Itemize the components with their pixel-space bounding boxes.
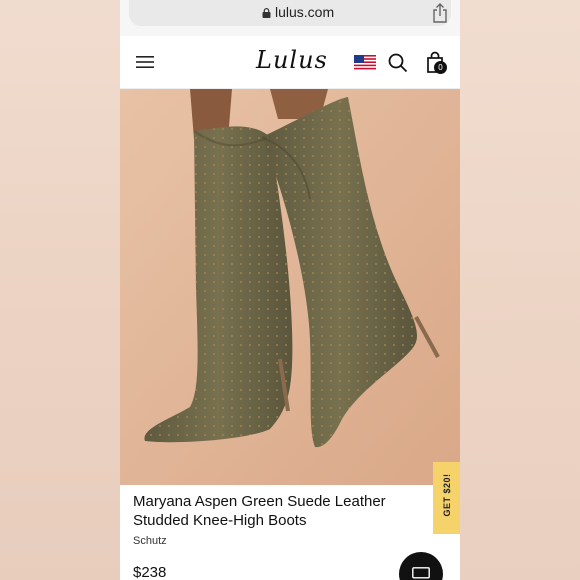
product-brand[interactable]: Schutz (133, 535, 167, 547)
browser-bar: lulus.com (120, 0, 460, 36)
site-header: Lulus 0 (120, 36, 460, 89)
background-left (0, 0, 120, 580)
background-right (460, 0, 580, 580)
address-bar[interactable]: lulus.com (129, 0, 451, 26)
url-text: lulus.com (275, 4, 335, 20)
lock-icon (262, 8, 271, 18)
hamburger-icon[interactable] (136, 54, 154, 70)
search-icon[interactable] (388, 53, 408, 73)
product-title: Maryana Aspen Green Suede Leather Studde… (133, 492, 433, 530)
promo-tab[interactable]: GET $20! (433, 462, 460, 534)
phone-screen: lulus.com Lulus 0 GET $20! Maryana Aspen… (120, 0, 460, 580)
share-icon[interactable] (431, 3, 449, 23)
product-image[interactable] (120, 89, 460, 485)
chat-button[interactable] (399, 552, 443, 580)
product-title-line-1: Maryana Aspen Green Suede Leather (133, 493, 386, 510)
boots-photo (120, 89, 460, 485)
product-title-line-2: Studded Knee-High Boots (133, 512, 307, 529)
us-flag-icon[interactable] (354, 55, 376, 71)
product-price: $238 (133, 564, 167, 580)
cart-count-badge: 0 (434, 61, 447, 74)
chat-icon (412, 567, 430, 579)
site-logo[interactable]: Lulus (256, 46, 328, 74)
promo-tab-label: GET $20! (442, 473, 452, 517)
